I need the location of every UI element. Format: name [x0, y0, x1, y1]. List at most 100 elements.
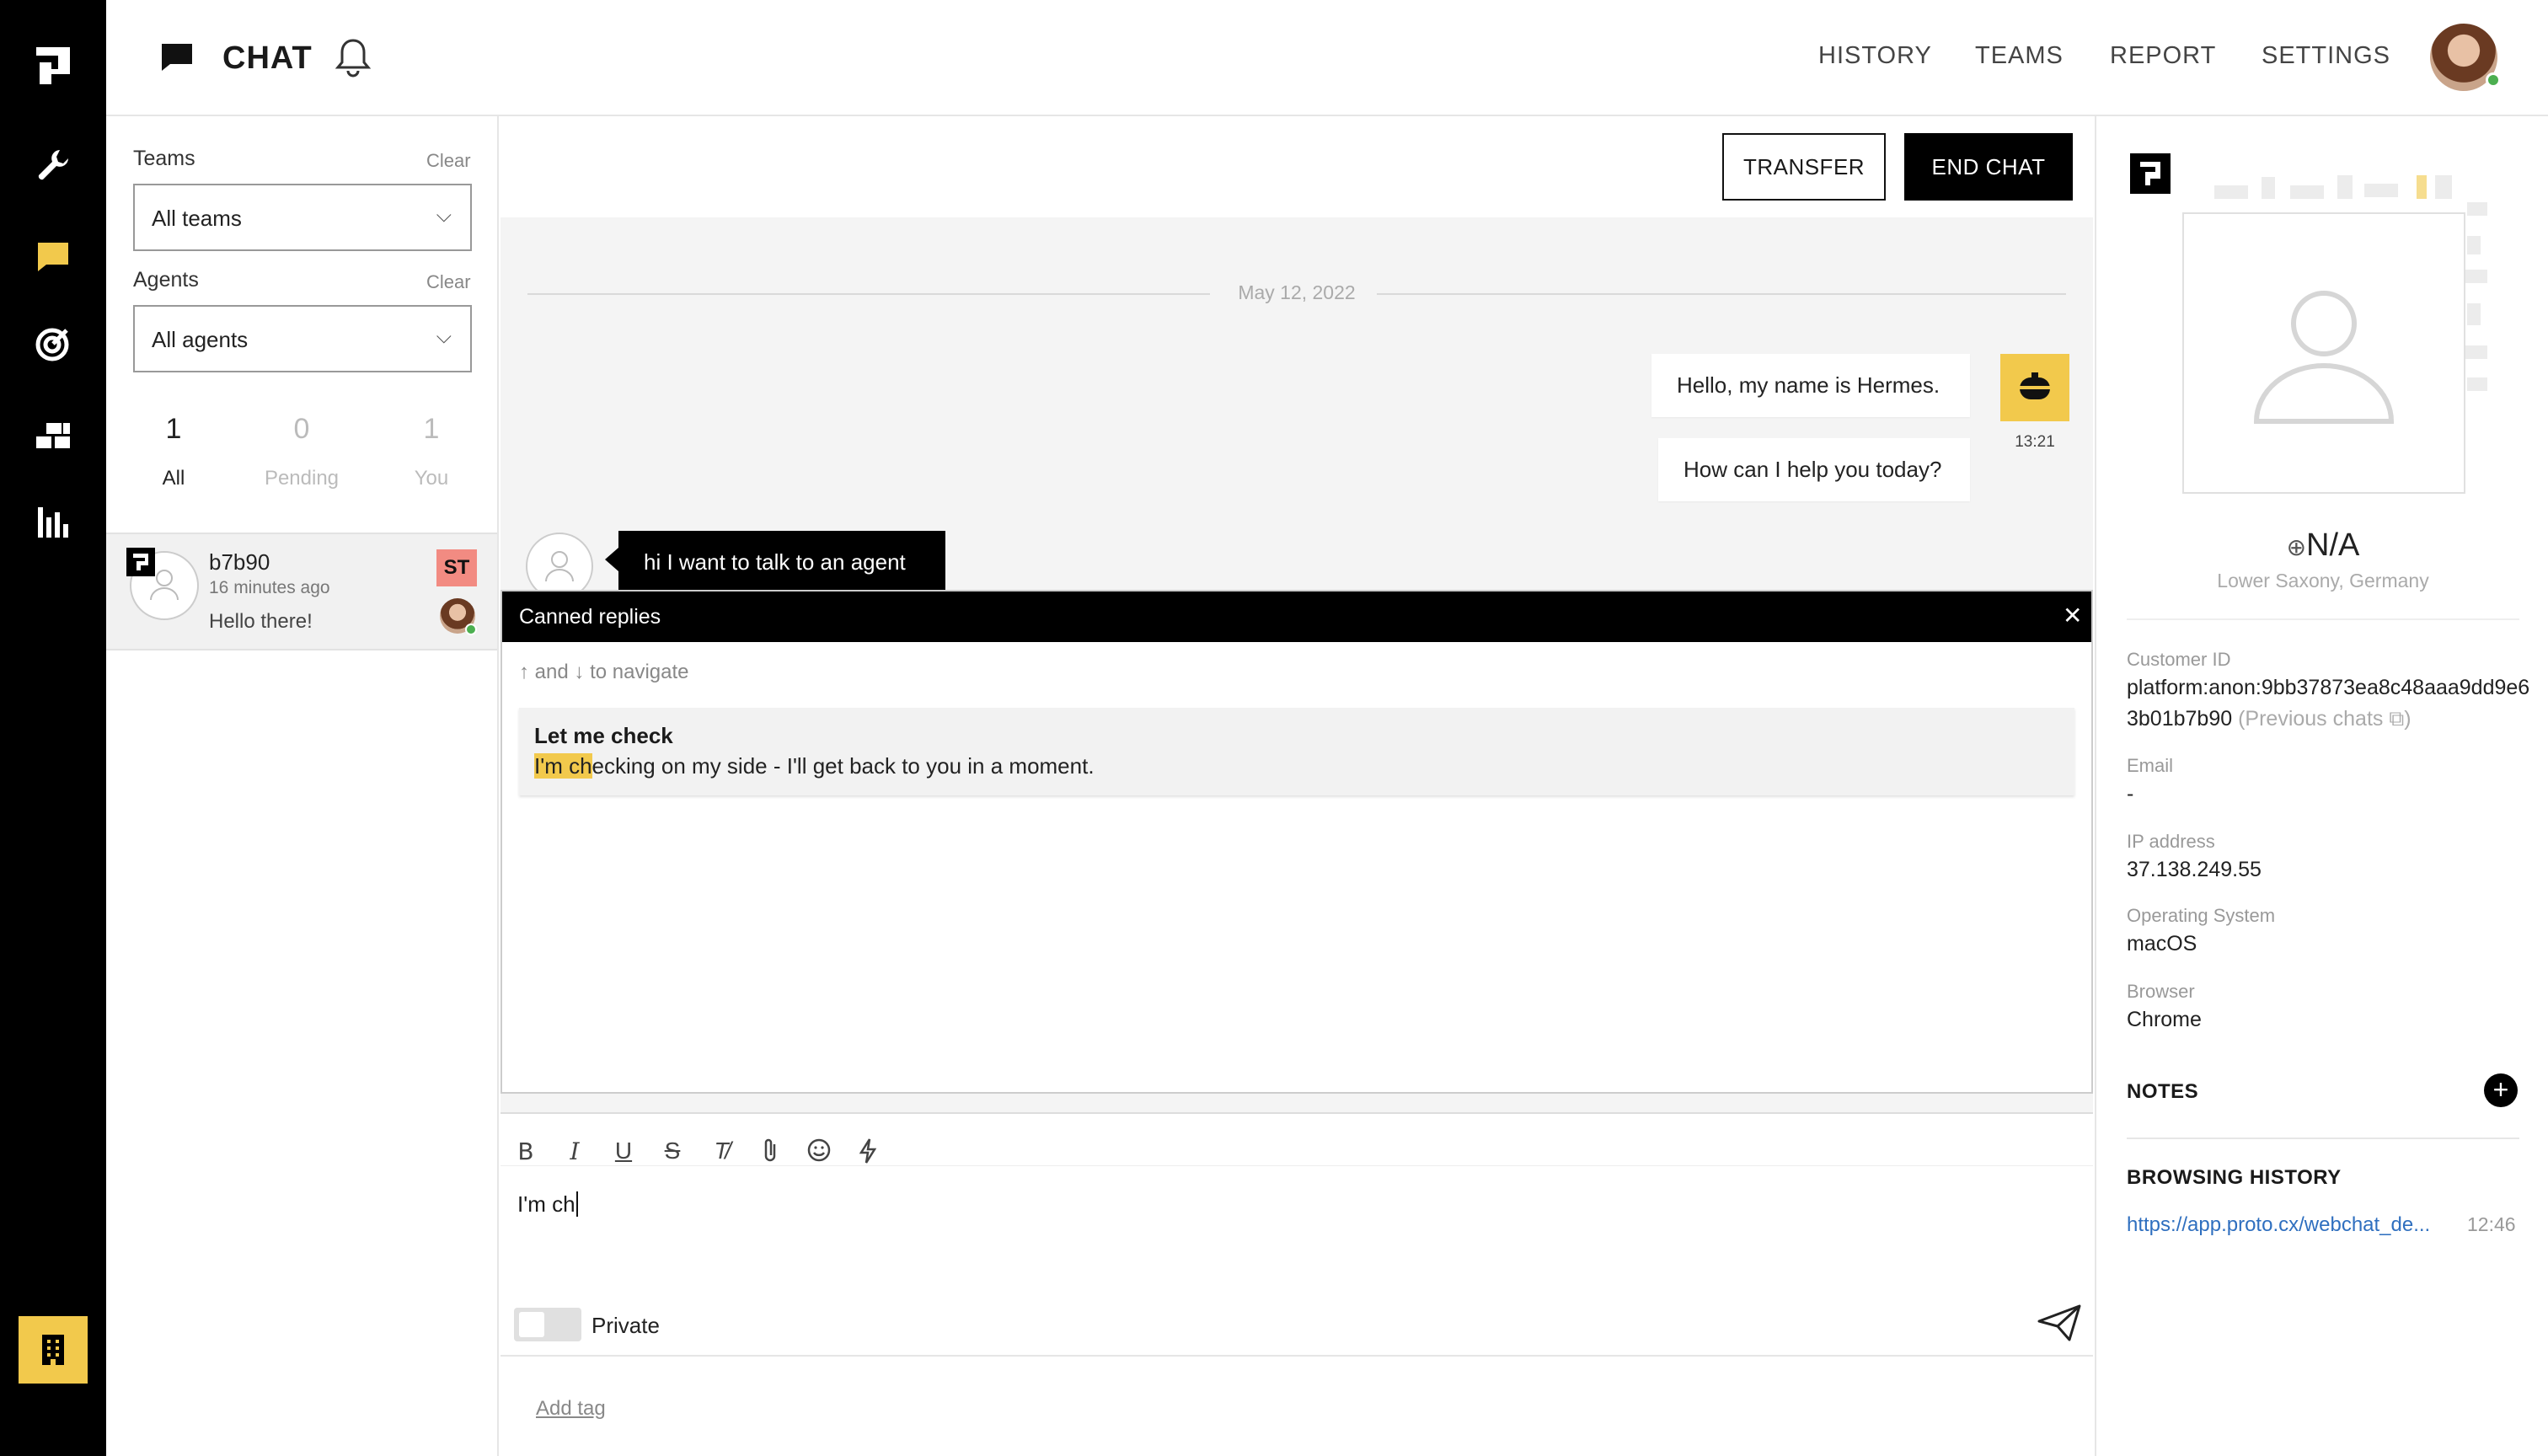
customer-location: Lower Saxony, Germany	[2217, 570, 2429, 592]
conversation-time: 16 minutes ago	[209, 578, 330, 597]
emoji-icon[interactable]	[804, 1138, 834, 1169]
strikethrough-icon[interactable]: S	[657, 1138, 688, 1164]
notes-heading: NOTES	[2127, 1080, 2199, 1103]
customer-photo-placeholder	[2182, 212, 2465, 494]
logo-icon[interactable]	[28, 40, 78, 91]
divider	[2127, 618, 2519, 620]
date-divider-right	[1377, 293, 2066, 295]
date-divider-label: May 12, 2022	[1238, 281, 1356, 303]
canned-reply-item[interactable]: Let me check I'm checking on my side - I…	[519, 708, 2074, 795]
transfer-button[interactable]: TRANSFER	[1722, 133, 1886, 201]
hint-navigate: to navigate	[590, 661, 689, 683]
customer-name-text: N/A	[2306, 527, 2360, 563]
previous-chats-link[interactable]: (Previous chats	[2238, 707, 2383, 731]
bold-icon[interactable]: B	[511, 1138, 541, 1165]
teams-label: Teams	[133, 147, 195, 170]
bell-icon[interactable]	[334, 37, 372, 83]
external-link-icon[interactable]: ⧉)	[2389, 707, 2411, 731]
send-icon[interactable]	[2037, 1304, 2081, 1346]
platform-logo-icon	[126, 548, 155, 576]
tab-you[interactable]: You	[364, 467, 499, 490]
chat-bubble-icon	[160, 42, 194, 77]
divider	[2127, 1138, 2519, 1139]
private-toggle[interactable]	[514, 1308, 581, 1341]
tab-all[interactable]: All	[106, 467, 241, 490]
message-time: 13:21	[2015, 433, 2055, 451]
teams-select[interactable]: All teams ⌵	[133, 184, 472, 251]
person-icon	[2253, 291, 2395, 424]
conversation-preview: Hello there!	[209, 610, 313, 633]
ip-value: 37.138.249.55	[2127, 858, 2262, 881]
nav-teams[interactable]: TEAMS	[1975, 42, 2064, 70]
conversation-name: b7b90	[209, 549, 270, 575]
building-icon[interactable]	[19, 1316, 88, 1384]
divider	[500, 1355, 2093, 1357]
tab-pending[interactable]: Pending	[234, 467, 369, 490]
add-tag-link[interactable]: Add tag	[536, 1397, 606, 1421]
nav-settings[interactable]: SETTINGS	[2262, 42, 2390, 70]
arrow-down-icon: ↓	[574, 661, 585, 683]
browser-label: Browser	[2127, 981, 2195, 1002]
wrench-icon[interactable]	[28, 140, 78, 190]
email-label: Email	[2127, 755, 2174, 776]
page-title: CHAT	[222, 40, 313, 76]
attachment-icon[interactable]	[755, 1138, 785, 1170]
message-input-text: I'm ch	[517, 1191, 575, 1217]
hint-and: and	[534, 661, 569, 683]
canned-reply-text: I'm checking on my side - I'll get back …	[534, 753, 1095, 779]
clear-format-icon[interactable]: T̸	[706, 1138, 736, 1164]
email-value: -	[2127, 782, 2134, 806]
navigation-hint: ↑ and ↓ to navigate	[519, 661, 688, 684]
browsing-history-heading: BROWSING HISTORY	[2127, 1166, 2342, 1189]
count-you[interactable]: 1	[381, 413, 482, 446]
canned-replies-panel: Canned replies ✕ ↑ and ↓ to navigate Let…	[500, 590, 2093, 1094]
count-pending[interactable]: 0	[251, 413, 352, 446]
browsing-history-time: 12:46	[2467, 1213, 2516, 1235]
robot-icon	[2016, 372, 2053, 399]
end-chat-button[interactable]: END CHAT	[1904, 133, 2073, 201]
nav-report[interactable]: REPORT	[2110, 42, 2216, 70]
chat-icon[interactable]	[28, 231, 78, 281]
chevron-down-icon: ⌵	[436, 204, 452, 227]
canned-reply-title: Let me check	[534, 723, 673, 748]
message-input[interactable]: I'm ch	[517, 1175, 2076, 1360]
user-message: hi I want to talk to an agent	[618, 531, 945, 592]
browsing-history-link[interactable]: https://app.proto.cx/webchat_de...	[2127, 1213, 2430, 1237]
bot-message: Hello, my name is Hermes.	[1651, 354, 1970, 417]
teams-clear-button[interactable]: Clear	[426, 150, 471, 172]
lightning-icon[interactable]	[853, 1138, 883, 1170]
browser-value: Chrome	[2127, 1008, 2202, 1031]
nav-history[interactable]: HISTORY	[1818, 42, 1932, 70]
bot-message: How can I help you today?	[1658, 438, 1970, 501]
bubble-tail	[605, 548, 618, 571]
toggle-knob	[519, 1312, 544, 1337]
ip-label: IP address	[2127, 831, 2215, 852]
conversation-filters-panel: Teams Clear All teams ⌵ Agents Clear All…	[106, 116, 499, 1456]
canned-replies-header: Canned replies	[502, 592, 2091, 642]
bot-avatar	[2000, 354, 2069, 421]
count-all[interactable]: 1	[123, 413, 224, 446]
os-label: Operating System	[2127, 905, 2276, 926]
date-divider-left	[527, 293, 1210, 295]
top-bar: CHAT HISTORY TEAMS REPORT SETTINGS	[106, 0, 2548, 116]
underline-icon[interactable]: U	[608, 1138, 639, 1164]
text-caret	[575, 1191, 584, 1217]
left-rail	[0, 0, 106, 1456]
customer-details-panel: ⊕N/A Lower Saxony, Germany Customer ID p…	[2095, 116, 2548, 1456]
add-note-icon[interactable]: +	[2484, 1073, 2518, 1107]
message-editor: B I U S T̸ I'm ch Private Add tag	[500, 1112, 2093, 1456]
customer-id-value: platform:anon:9bb37873ea8c48aaa9dd9e63b0…	[2127, 672, 2531, 735]
customer-id-label: Customer ID	[2127, 649, 2231, 670]
status-badge: ST	[436, 549, 477, 586]
agents-select[interactable]: All agents ⌵	[133, 305, 472, 372]
bar-chart-icon[interactable]	[28, 497, 78, 548]
close-icon[interactable]: ✕	[2063, 602, 2082, 629]
target-icon[interactable]	[28, 318, 78, 369]
bricks-icon[interactable]	[28, 410, 78, 460]
agents-select-value: All agents	[152, 327, 249, 352]
os-value: macOS	[2127, 932, 2197, 956]
agents-clear-button[interactable]: Clear	[426, 271, 471, 293]
platform-logo-icon	[2130, 153, 2171, 194]
italic-icon[interactable]: I	[559, 1138, 590, 1165]
conversation-item[interactable]: b7b90 16 minutes ago Hello there! ST	[106, 533, 497, 650]
